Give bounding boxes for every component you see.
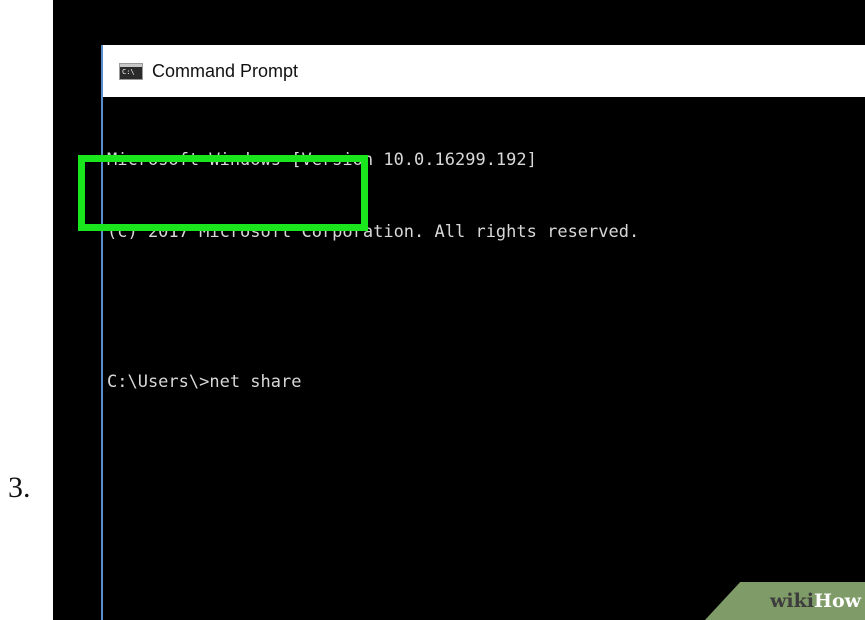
- command-highlight-box: [78, 155, 368, 231]
- watermark-wiki-text: wiki: [770, 590, 815, 612]
- cmd-icon-glyph: C:\: [122, 67, 135, 76]
- console-command-line: C:\Users\>net share: [107, 372, 302, 392]
- step-number: 3.: [8, 471, 31, 504]
- title-bar[interactable]: C:\ Command Prompt: [103, 45, 865, 97]
- command-prompt-window[interactable]: C:\ Command Prompt Microsoft Windows [Ve…: [101, 45, 865, 620]
- window-title: Command Prompt: [152, 60, 299, 81]
- screenshot: C:\ Command Prompt Microsoft Windows [Ve…: [53, 0, 865, 620]
- watermark-how-text: How: [814, 590, 861, 612]
- page: 3. C:\ Command Prompt Microsoft Windows …: [0, 0, 865, 620]
- cmd-icon: C:\: [119, 62, 143, 80]
